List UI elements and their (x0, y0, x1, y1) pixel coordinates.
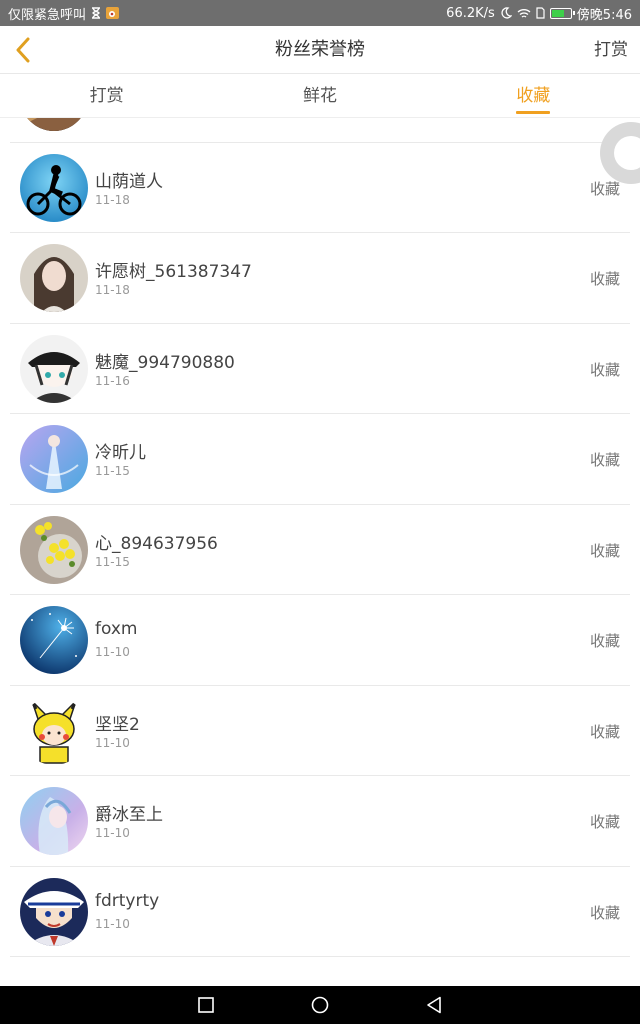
avatar[interactable] (20, 244, 88, 312)
fan-list[interactable]: ardcsvxs 11-18 收藏 山荫道人 11-18 收藏 许愿树_5613… (0, 118, 640, 986)
status-left: 仅限紧急呼叫 (8, 4, 120, 23)
user-name: 魅魔_994790880 (95, 352, 235, 373)
avatar[interactable] (20, 118, 88, 131)
user-name: fdrtyrty (95, 890, 160, 911)
reward-action-button[interactable]: 打赏 (594, 26, 628, 74)
circle-icon (311, 996, 329, 1014)
chevron-left-icon (16, 37, 30, 63)
avatar[interactable] (20, 696, 88, 765)
net-speed: 66.2K/s (446, 5, 495, 21)
date: 11-10 (95, 916, 130, 931)
weibo-icon (106, 7, 120, 19)
avatar[interactable] (20, 334, 88, 403)
home-button[interactable] (308, 993, 332, 1017)
action-type: 收藏 (589, 541, 620, 560)
list-item[interactable]: 魅魔_994790880 11-16 收藏 (10, 324, 630, 414)
floating-scroll-button-center (614, 136, 640, 170)
system-nav-bar (0, 986, 640, 1024)
list-item[interactable]: 冷昕儿 11-15 收藏 (10, 414, 630, 505)
back-nav-button[interactable] (422, 993, 446, 1017)
date: 11-15 (95, 554, 130, 569)
moon-icon (500, 7, 512, 19)
app-header: 粉丝荣誉榜 打赏 (0, 26, 640, 74)
active-tab-indicator (516, 111, 551, 114)
user-name: 冷昕儿 (95, 443, 146, 463)
tab-favorites[interactable]: 收藏 (427, 74, 640, 117)
tab-bar: 打赏 鲜花 收藏 (0, 74, 640, 118)
user-name: 心_894637956 (95, 533, 218, 554)
status-carrier-text: 仅限紧急呼叫 (8, 7, 87, 23)
list-item[interactable]: 山荫道人 11-18 收藏 (10, 143, 630, 233)
action-type: 收藏 (589, 903, 620, 922)
date: 11-10 (95, 735, 130, 750)
status-bar: 仅限紧急呼叫 66.2K/s 傍晚5:46 (0, 0, 640, 26)
back-button[interactable] (8, 34, 38, 66)
date: 11-15 (95, 464, 130, 478)
avatar[interactable] (20, 877, 88, 946)
date: 11-16 (95, 373, 130, 388)
list-item[interactable]: ardcsvxs 11-18 收藏 (10, 118, 630, 143)
action-type: 收藏 (589, 270, 620, 288)
status-right: 66.2K/s 傍晚5:46 (446, 4, 632, 23)
avatar[interactable] (20, 787, 88, 855)
action-type: 收藏 (589, 451, 620, 469)
square-icon (198, 997, 214, 1013)
avatar[interactable] (20, 153, 88, 222)
user-name: 许愿树_561387347 (95, 262, 252, 282)
date: 11-10 (95, 826, 130, 840)
user-name: 爵冰至上 (95, 805, 163, 825)
list-item[interactable]: 许愿树_561387347 11-18 收藏 (10, 233, 630, 324)
avatar[interactable] (20, 515, 88, 584)
wifi-icon (517, 8, 531, 19)
tab-flowers-label: 鲜花 (302, 86, 337, 106)
list-item[interactable]: foxm 11-10 收藏 (10, 595, 630, 686)
tab-reward[interactable]: 打赏 (0, 74, 213, 117)
list-item[interactable]: 坚坚2 11-10 收藏 (10, 686, 630, 776)
action-type: 收藏 (589, 179, 620, 198)
list-item[interactable]: 心_894637956 11-15 收藏 (10, 505, 630, 595)
page-title: 粉丝荣誉榜 (275, 39, 365, 60)
tab-flowers[interactable]: 鲜花 (213, 74, 426, 117)
triangle-back-icon (427, 996, 441, 1014)
action-type: 收藏 (589, 360, 620, 379)
fan-list-content: ardcsvxs 11-18 收藏 山荫道人 11-18 收藏 许愿树_5613… (0, 118, 640, 957)
list-item[interactable]: 爵冰至上 11-10 收藏 (10, 776, 630, 867)
tab-favorites-label: 收藏 (516, 86, 551, 106)
avatar[interactable] (20, 606, 88, 674)
battery-icon (549, 7, 575, 19)
recents-button[interactable] (194, 993, 218, 1017)
user-name: 坚坚2 (95, 714, 140, 735)
action-type: 收藏 (589, 632, 620, 650)
status-time: 傍晚5:46 (576, 7, 632, 23)
avatar[interactable] (20, 425, 88, 493)
date: 11-10 (95, 645, 130, 659)
hourglass-icon (91, 7, 101, 19)
tab-reward-label: 打赏 (89, 86, 124, 106)
action-type: 收藏 (589, 813, 620, 831)
user-name: 山荫道人 (95, 171, 163, 192)
date: 11-18 (95, 192, 130, 207)
action-type: 收藏 (589, 722, 620, 741)
user-name: foxm (95, 619, 138, 639)
sim-icon (536, 7, 545, 19)
list-item[interactable]: fdrtyrty 11-10 收藏 (10, 867, 630, 957)
date: 11-18 (95, 283, 130, 297)
